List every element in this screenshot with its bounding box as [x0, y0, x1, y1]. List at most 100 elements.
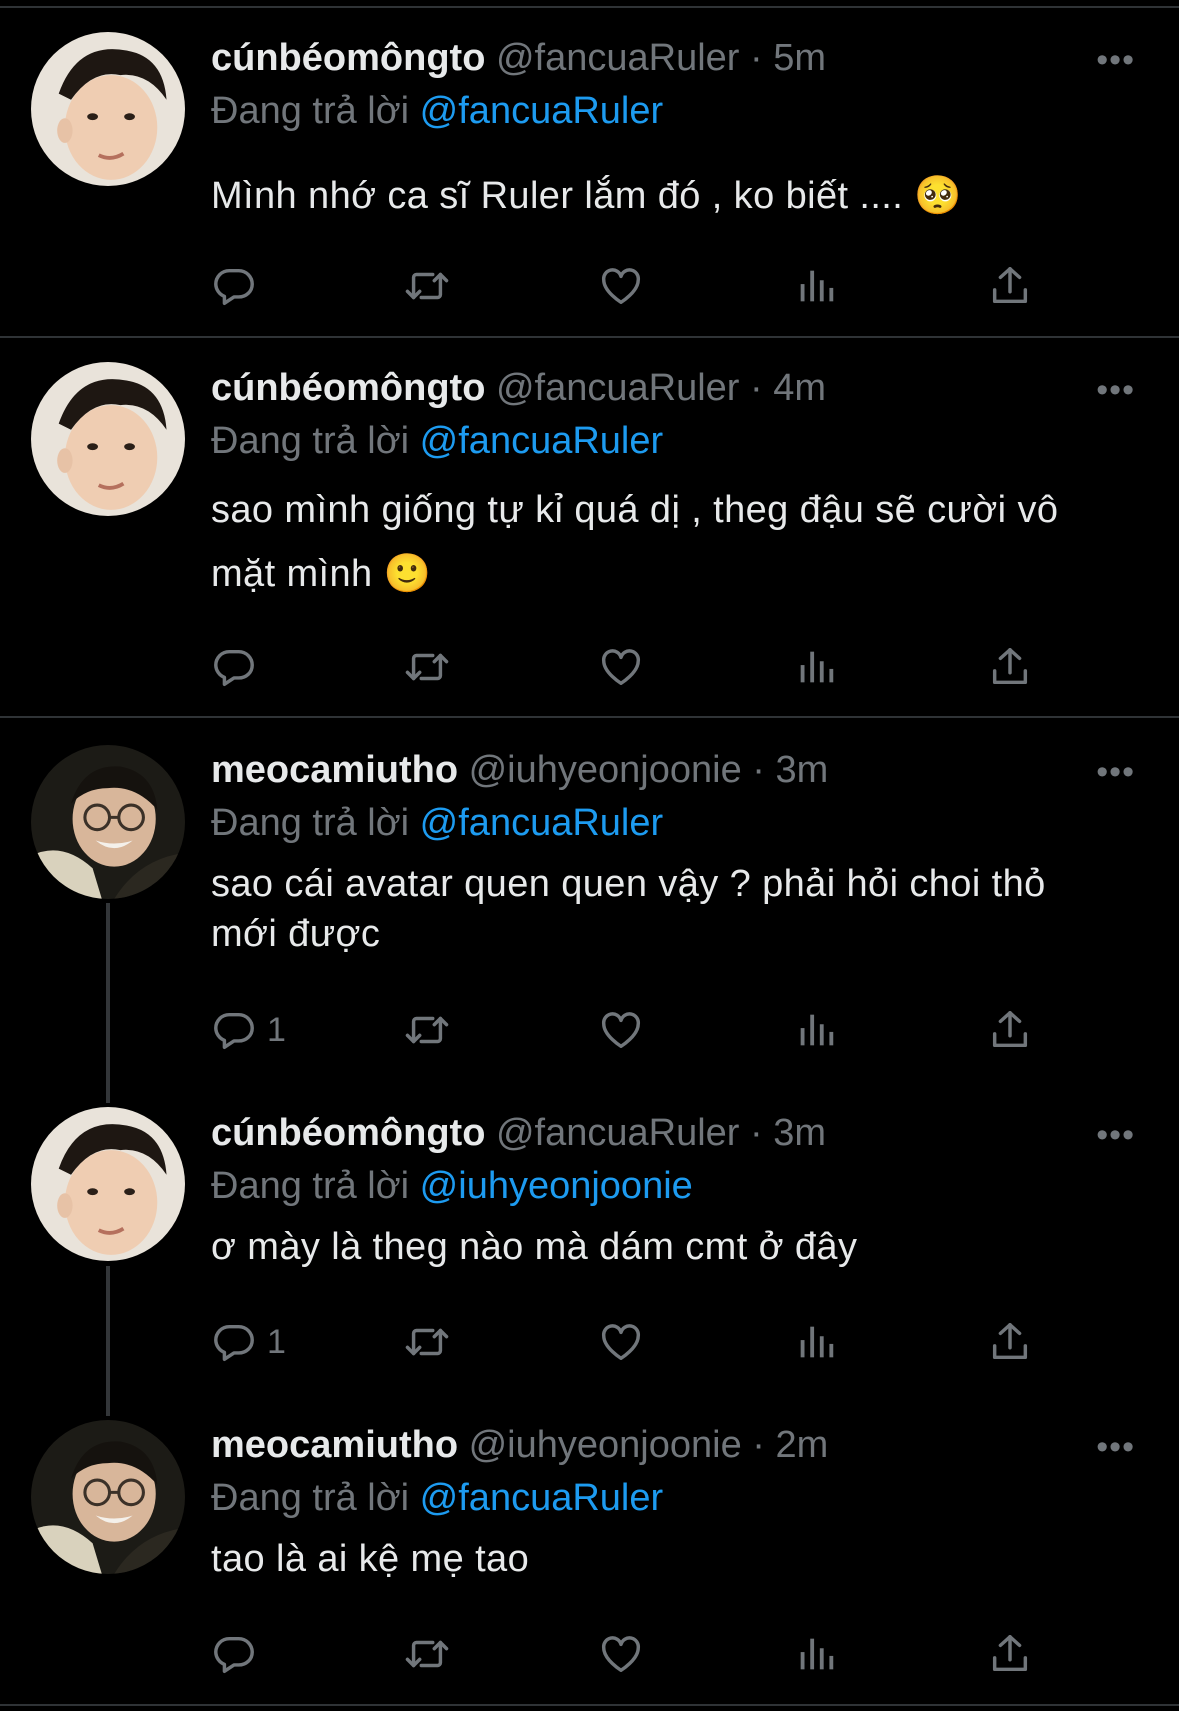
heart-icon: [598, 1631, 644, 1677]
handle[interactable]: @iuhyeonjoonie: [469, 749, 742, 791]
mention-link[interactable]: @fancuaRuler: [420, 802, 663, 844]
tweet-header: meocamiutho @iuhyeonjoonie · 2m: [211, 1423, 828, 1467]
action-bar: 1: [211, 1318, 1071, 1366]
retweet-icon: [404, 1007, 450, 1053]
reply-icon: [211, 1007, 257, 1053]
more-icon[interactable]: •••: [1096, 755, 1135, 789]
share-icon: [987, 644, 1033, 690]
retweet-button[interactable]: [404, 1318, 450, 1366]
retweet-icon: [404, 263, 450, 309]
replying-to: Đang trả lời @fancuaRuler: [211, 89, 663, 133]
share-button[interactable]: [987, 1318, 1033, 1366]
heart-icon: [598, 263, 644, 309]
thread-line: [106, 903, 110, 1103]
mention-link[interactable]: @fancuaRuler: [420, 420, 663, 462]
reply-button[interactable]: [211, 1630, 267, 1678]
more-icon[interactable]: •••: [1096, 1118, 1135, 1152]
share-icon: [987, 1007, 1033, 1053]
like-button[interactable]: [598, 262, 644, 310]
retweet-button[interactable]: [404, 643, 450, 691]
share-button[interactable]: [987, 643, 1033, 691]
mention-link[interactable]: @iuhyeonjoonie: [420, 1165, 693, 1207]
stats-icon: [793, 1007, 839, 1053]
like-button[interactable]: [598, 1630, 644, 1678]
handle[interactable]: @iuhyeonjoonie: [469, 1424, 742, 1466]
tweet-header: meocamiutho @iuhyeonjoonie · 3m: [211, 748, 828, 792]
like-button[interactable]: [598, 1318, 644, 1366]
separator: ·: [750, 1112, 763, 1154]
tweet-text: sao cái avatar quen quen vậy ? phải hỏi …: [211, 859, 1121, 959]
reply-button[interactable]: 1: [211, 1006, 286, 1054]
views-button[interactable]: [793, 1006, 839, 1054]
timestamp[interactable]: 5m: [773, 37, 826, 79]
share-icon: [987, 1631, 1033, 1677]
reply-count: 1: [267, 1322, 286, 1361]
separator: ·: [750, 367, 763, 409]
timestamp[interactable]: 3m: [773, 1112, 826, 1154]
like-button[interactable]: [598, 1006, 644, 1054]
retweet-icon: [404, 1319, 450, 1365]
reply-button[interactable]: 1: [211, 1318, 286, 1366]
reply-button[interactable]: [211, 262, 267, 310]
timestamp[interactable]: 3m: [776, 749, 829, 791]
heart-icon: [598, 644, 644, 690]
action-bar: [211, 262, 1071, 310]
handle[interactable]: @fancuaRuler: [496, 1112, 739, 1154]
more-icon[interactable]: •••: [1096, 43, 1135, 77]
views-button[interactable]: [793, 643, 839, 691]
avatar[interactable]: [31, 745, 185, 899]
like-button[interactable]: [598, 643, 644, 691]
reply-button[interactable]: [211, 643, 267, 691]
replying-to: Đang trả lời @fancuaRuler: [211, 801, 663, 845]
divider: [0, 6, 1179, 8]
retweet-button[interactable]: [404, 1006, 450, 1054]
replying-prefix: Đang trả lời: [211, 1165, 410, 1207]
views-button[interactable]: [793, 1318, 839, 1366]
separator: ·: [752, 1424, 765, 1466]
tweet-header: cúnbéomôngto @fancuaRuler · 3m: [211, 1111, 826, 1155]
share-button[interactable]: [987, 1006, 1033, 1054]
avatar[interactable]: [31, 362, 185, 516]
display-name[interactable]: meocamiutho: [211, 749, 458, 791]
share-button[interactable]: [987, 1630, 1033, 1678]
tweet-text: Mình nhớ ca sĩ Ruler lắm đó , ko biết ..…: [211, 164, 1121, 228]
tweet-text: ơ mày là theg nào mà dám cmt ở đây: [211, 1222, 1121, 1272]
views-button[interactable]: [793, 1630, 839, 1678]
mention-link[interactable]: @fancuaRuler: [420, 1477, 663, 1519]
avatar[interactable]: [31, 32, 185, 186]
replying-to: Đang trả lời @fancuaRuler: [211, 1476, 663, 1520]
stats-icon: [793, 644, 839, 690]
display-name[interactable]: cúnbéomôngto: [211, 37, 485, 79]
reply-icon: [211, 644, 257, 690]
action-bar: 1: [211, 1006, 1071, 1054]
mention-link[interactable]: @fancuaRuler: [420, 90, 663, 132]
retweet-button[interactable]: [404, 1630, 450, 1678]
share-button[interactable]: [987, 262, 1033, 310]
display-name[interactable]: cúnbéomôngto: [211, 367, 485, 409]
timestamp[interactable]: 4m: [773, 367, 826, 409]
share-icon: [987, 263, 1033, 309]
action-bar: [211, 643, 1071, 691]
reply-icon: [211, 1631, 257, 1677]
stats-icon: [793, 1319, 839, 1365]
display-name[interactable]: cúnbéomôngto: [211, 1112, 485, 1154]
avatar[interactable]: [31, 1107, 185, 1261]
separator: ·: [752, 749, 765, 791]
stats-icon: [793, 1631, 839, 1677]
handle[interactable]: @fancuaRuler: [496, 37, 739, 79]
more-icon[interactable]: •••: [1096, 373, 1135, 407]
timestamp[interactable]: 2m: [776, 1424, 829, 1466]
share-icon: [987, 1319, 1033, 1365]
retweet-icon: [404, 1631, 450, 1677]
tweet-text-body: Mình nhớ ca sĩ Ruler lắm đó , ko biết ..…: [211, 175, 904, 217]
views-button[interactable]: [793, 262, 839, 310]
heart-icon: [598, 1007, 644, 1053]
retweet-icon: [404, 644, 450, 690]
display-name[interactable]: meocamiutho: [211, 1424, 458, 1466]
retweet-button[interactable]: [404, 262, 450, 310]
action-bar: [211, 1630, 1071, 1678]
handle[interactable]: @fancuaRuler: [496, 367, 739, 409]
more-icon[interactable]: •••: [1096, 1430, 1135, 1464]
replying-to: Đang trả lời @fancuaRuler: [211, 419, 663, 463]
avatar[interactable]: [31, 1420, 185, 1574]
